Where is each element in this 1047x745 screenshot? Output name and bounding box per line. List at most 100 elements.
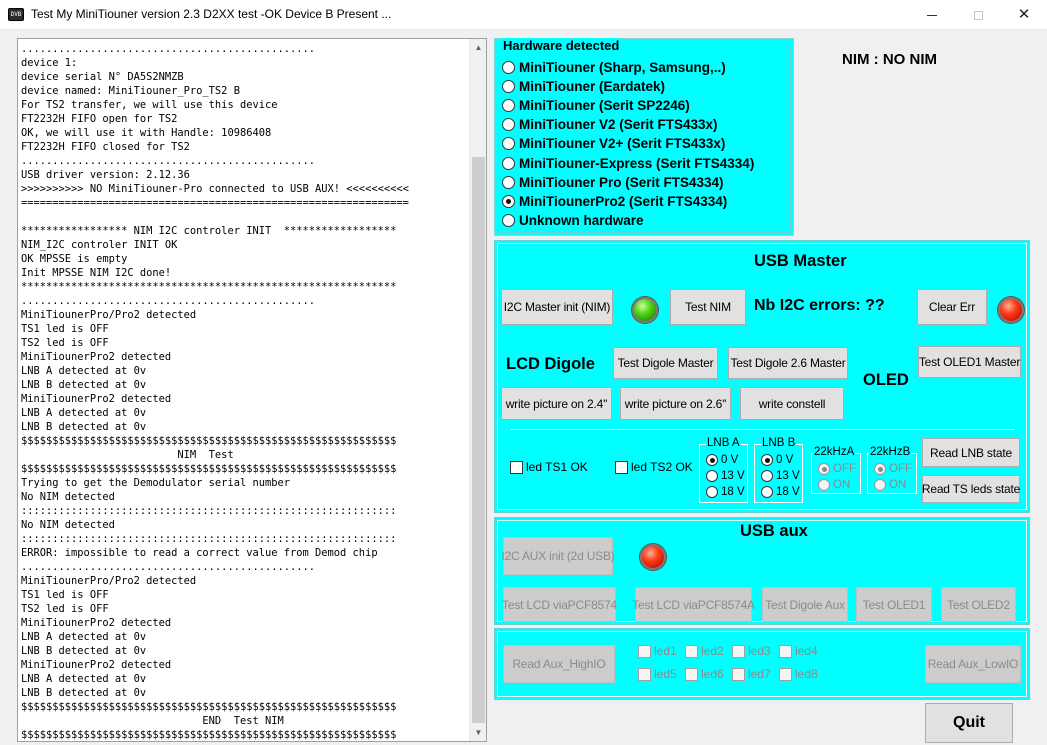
radio-button[interactable] <box>502 213 515 227</box>
log-line: LNB B detected at 0v <box>21 379 147 391</box>
checkbox-box[interactable] <box>779 667 792 681</box>
read-lnb-state-button[interactable]: Read LNB state <box>922 438 1020 467</box>
radio-button[interactable] <box>818 463 830 475</box>
test-nim-button[interactable]: Test NIM <box>670 289 746 325</box>
read-aux-lowio-button[interactable]: Read Aux_LowIO <box>925 645 1021 683</box>
radio-button[interactable] <box>706 454 718 466</box>
maximize-button[interactable] <box>955 0 1001 29</box>
checkbox-label: led7 <box>748 667 771 681</box>
checkbox-box[interactable] <box>685 667 698 681</box>
read-aux-highio-button[interactable]: Read Aux_HighIO <box>503 645 615 683</box>
aux-led6-checkbox[interactable]: led6 <box>685 667 724 681</box>
aux-led5-checkbox[interactable]: led5 <box>638 667 677 681</box>
led-ts1-checkbox[interactable]: led TS1 OK <box>510 460 588 474</box>
radio-label: 13 V <box>776 470 800 482</box>
lnb-b-option[interactable]: 0 V <box>761 452 793 468</box>
read-ts-leds-state-button[interactable]: Read TS leds state <box>922 475 1020 503</box>
i2c-master-init-button[interactable]: I2C Master init (NIM) <box>501 289 613 325</box>
log-textarea[interactable]: ........................................… <box>17 38 487 742</box>
test-oled1-button[interactable]: Test OLED1 <box>856 587 932 622</box>
radio-button[interactable] <box>761 454 773 466</box>
radio-label: ON <box>889 479 907 491</box>
checkbox-box[interactable] <box>638 644 651 658</box>
lnb-a-option[interactable]: 13 V <box>706 468 745 484</box>
hardware-option[interactable]: MiniTiouner-Express (Serit FTS4334) <box>502 154 754 173</box>
hardware-option[interactable]: MiniTiouner (Eardatek) <box>502 77 665 96</box>
i2c-aux-init-button[interactable]: I2C AUX init (2d USB) <box>501 537 615 575</box>
scroll-down-icon[interactable]: ▼ <box>470 724 487 741</box>
checkbox-box[interactable] <box>779 644 792 658</box>
checkbox-box[interactable] <box>732 667 745 681</box>
led-ts1-box[interactable] <box>510 460 523 474</box>
radio-button[interactable] <box>761 470 773 482</box>
khz-a-group: 22kHzA OFF ON <box>811 446 861 494</box>
khz-a-option[interactable]: ON <box>818 477 850 493</box>
hardware-option[interactable]: MiniTiouner V2 (Serit FTS433x) <box>502 115 718 134</box>
radio-button[interactable] <box>874 479 886 491</box>
test-digole-aux-button[interactable]: Test Digole Aux <box>762 587 848 622</box>
khz-a-option[interactable]: OFF <box>818 461 856 477</box>
hardware-option[interactable]: MiniTiouner Pro (Serit FTS4334) <box>502 173 724 192</box>
write-constell-button[interactable]: write constell <box>740 387 844 420</box>
radio-button[interactable] <box>874 463 886 475</box>
i2c-master-led <box>632 297 658 323</box>
close-icon: ✕ <box>1017 6 1031 23</box>
test-oled2-button[interactable]: Test OLED2 <box>941 587 1016 622</box>
aux-led4-checkbox[interactable]: led4 <box>779 644 818 658</box>
checkbox-box[interactable] <box>638 667 651 681</box>
aux-led1-checkbox[interactable]: led1 <box>638 644 677 658</box>
log-line: LNB B detected at 0v <box>21 645 147 657</box>
hardware-option[interactable]: MiniTiouner (Sharp, Samsung,..) <box>502 58 726 77</box>
aux-led8-checkbox[interactable]: led8 <box>779 667 818 681</box>
led-ts2-box[interactable] <box>615 460 628 474</box>
log-line: OK, we will use it with Handle: 10986408 <box>21 127 272 139</box>
log-line: LNB A detected at 0v <box>21 365 147 377</box>
radio-button[interactable] <box>502 80 515 94</box>
khz-a-legend: 22kHzA <box>813 446 856 458</box>
radio-button[interactable] <box>502 194 515 208</box>
checkbox-box[interactable] <box>732 644 745 658</box>
radio-button[interactable] <box>502 156 515 170</box>
aux-led7-checkbox[interactable]: led7 <box>732 667 771 681</box>
test-lcd-pcf8574-button[interactable]: Test LCD viaPCF8574 <box>502 587 617 622</box>
radio-button[interactable] <box>818 479 830 491</box>
radio-button[interactable] <box>706 470 718 482</box>
checkbox-box[interactable] <box>685 644 698 658</box>
clear-err-button[interactable]: Clear Err <box>917 289 987 325</box>
radio-button[interactable] <box>502 61 515 74</box>
radio-button[interactable] <box>502 175 515 189</box>
minimize-button[interactable] <box>909 0 955 29</box>
radio-button[interactable] <box>706 486 718 498</box>
hardware-option[interactable]: MiniTiouner V2+ (Serit FTS433x) <box>502 134 725 153</box>
led-ts2-checkbox[interactable]: led TS2 OK <box>615 460 693 474</box>
lnb-b-option[interactable]: 13 V <box>761 468 800 484</box>
hardware-option-label: MiniTiouner Pro (Serit FTS4334) <box>519 174 724 190</box>
hardware-option[interactable]: Unknown hardware <box>502 211 644 230</box>
log-line: MiniTiounerPro2 detected <box>21 351 172 363</box>
log-scrollbar[interactable]: ▲ ▼ <box>469 39 486 741</box>
radio-button[interactable] <box>761 486 773 498</box>
quit-button[interactable]: Quit <box>925 703 1013 743</box>
test-lcd-pcf8574a-button[interactable]: Test LCD viaPCF8574A <box>632 587 755 622</box>
test-digole-master-button[interactable]: Test Digole Master <box>613 347 718 379</box>
aux-led2-checkbox[interactable]: led2 <box>685 644 724 658</box>
khz-b-option[interactable]: OFF <box>874 461 912 477</box>
checkbox-label: led6 <box>701 667 724 681</box>
scroll-thumb[interactable] <box>472 157 485 723</box>
lnb-a-option[interactable]: 0 V <box>706 452 738 468</box>
write-picture-26-button[interactable]: write picture on 2.6'' <box>620 387 731 420</box>
aux-led3-checkbox[interactable]: led3 <box>732 644 771 658</box>
close-button[interactable]: ✕ <box>1001 0 1047 29</box>
radio-button[interactable] <box>502 99 515 113</box>
test-digole-26-master-button[interactable]: Test Digole 2.6 Master <box>728 347 848 379</box>
radio-button[interactable] <box>502 137 515 151</box>
lnb-b-option[interactable]: 18 V <box>761 484 800 500</box>
khz-b-option[interactable]: ON <box>874 477 906 493</box>
hardware-option[interactable]: MiniTiounerPro2 (Serit FTS4334) <box>502 192 727 211</box>
test-oled1-master-button[interactable]: Test OLED1 Master <box>918 346 1021 378</box>
scroll-up-icon[interactable]: ▲ <box>470 39 487 56</box>
radio-button[interactable] <box>502 118 515 132</box>
lnb-a-option[interactable]: 18 V <box>706 484 745 500</box>
write-picture-24-button[interactable]: write picture on 2.4'' <box>501 387 612 420</box>
hardware-option[interactable]: MiniTiouner (Serit SP2246) <box>502 96 690 115</box>
